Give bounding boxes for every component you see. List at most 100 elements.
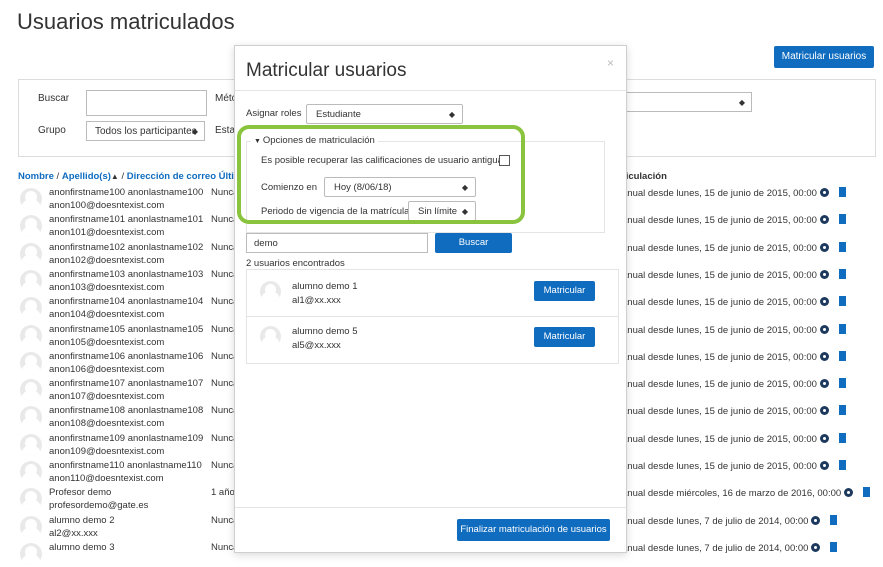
user-name[interactable]: anonfirstname110 anonlastname110: [49, 460, 202, 471]
roles-select-value: Estudiante: [316, 109, 361, 120]
enrolment-method: anual desde lunes, 15 de junio de 2015, …: [622, 324, 846, 336]
sort-email[interactable]: Dirección de correo: [127, 171, 216, 182]
result-name: alumno demo 1: [292, 281, 358, 292]
user-name[interactable]: anonfirstname107 anonlastname107: [49, 378, 203, 389]
user-name[interactable]: anonfirstname108 anonlastname108: [49, 405, 203, 416]
close-icon[interactable]: ×: [607, 56, 614, 70]
search-field[interactable]: [86, 90, 207, 116]
assign-roles-label: Asignar roles: [246, 108, 302, 119]
enrolment-method-text: anual desde lunes, 15 de junio de 2015, …: [622, 325, 817, 336]
group-select[interactable]: Todos los participantes ◆: [86, 121, 205, 141]
sort-surname[interactable]: Apellido(s): [62, 171, 111, 182]
sort-asc-icon: ▲: [110, 172, 119, 181]
enrolment-method-text: anual desde lunes, 15 de junio de 2015, …: [622, 352, 817, 363]
avatar: [20, 379, 42, 401]
gear-icon[interactable]: [819, 188, 829, 197]
enrolment-method: anual desde lunes, 15 de junio de 2015, …: [622, 351, 846, 363]
gear-icon[interactable]: [844, 488, 854, 497]
result-email: al5@xx.xxx: [292, 340, 341, 351]
modal-title: Matricular usuarios: [246, 60, 407, 81]
gear-icon[interactable]: [819, 461, 829, 470]
sort-first-name[interactable]: Nombre: [18, 171, 54, 182]
chevron-down-icon: ◆: [448, 110, 455, 119]
trash-icon[interactable]: [838, 433, 846, 443]
enrol-user-button[interactable]: Matricular: [534, 281, 595, 301]
header-separator: /: [118, 171, 127, 182]
search-button[interactable]: Buscar: [435, 233, 512, 253]
trash-icon[interactable]: [838, 296, 846, 306]
user-name[interactable]: anonfirstname101 anonlastname101: [49, 214, 203, 225]
trash-icon[interactable]: [838, 269, 846, 279]
gear-icon[interactable]: [819, 434, 829, 443]
user-email: anon104@doesntexist.com: [49, 309, 165, 320]
enrolment-method: anual desde lunes, 15 de junio de 2015, …: [622, 269, 846, 281]
enrolment-method: anual desde lunes, 15 de junio de 2015, …: [622, 378, 846, 390]
gear-icon[interactable]: [819, 352, 829, 361]
group-label: Grupo: [38, 125, 66, 136]
enrolment-method: anual desde lunes, 15 de junio de 2015, …: [622, 460, 846, 472]
user-name[interactable]: anonfirstname103 anonlastname103: [49, 269, 203, 280]
gear-icon[interactable]: [819, 325, 829, 334]
enrolment-method-text: anual desde lunes, 15 de junio de 2015, …: [622, 215, 817, 226]
header-separator: /: [53, 171, 62, 182]
gear-icon[interactable]: [819, 379, 829, 388]
user-name[interactable]: alumno demo 3: [49, 542, 114, 553]
user-name[interactable]: anonfirstname109 anonlastname109: [49, 433, 203, 444]
user-search-input[interactable]: demo: [246, 233, 428, 253]
enrolment-method: anual desde lunes, 15 de junio de 2015, …: [622, 405, 846, 417]
trash-icon[interactable]: [838, 351, 846, 361]
gear-icon[interactable]: [819, 297, 829, 306]
gear-icon[interactable]: [811, 516, 821, 525]
trash-icon[interactable]: [838, 242, 846, 252]
search-label: Buscar: [38, 93, 70, 104]
gear-icon[interactable]: [819, 406, 829, 415]
avatar: [20, 461, 42, 483]
trash-icon[interactable]: [838, 460, 846, 470]
page-title: Usuarios matriculados: [17, 9, 235, 34]
trash-icon[interactable]: [838, 324, 846, 334]
trash-icon[interactable]: [830, 515, 838, 525]
roles-select[interactable]: Estudiante ◆: [306, 104, 463, 124]
user-name[interactable]: anonfirstname104 anonlastname104: [49, 296, 203, 307]
gear-icon[interactable]: [819, 243, 829, 252]
avatar: [20, 543, 42, 565]
avatar: [20, 215, 42, 237]
trash-icon[interactable]: [838, 405, 846, 415]
user-name[interactable]: anonfirstname102 anonlastname102: [49, 242, 203, 253]
method-select[interactable]: ◆: [625, 92, 752, 112]
trash-icon[interactable]: [838, 378, 846, 388]
user-email: anon100@doesntexist.com: [49, 200, 165, 211]
result-name: alumno demo 5: [292, 326, 358, 337]
user-email: anon102@doesntexist.com: [49, 255, 165, 266]
user-name[interactable]: Profesor demo: [49, 487, 111, 498]
table-header: Nombre / Apellido(s)▲ / Dirección de cor…: [18, 171, 242, 182]
user-name[interactable]: anonfirstname100 anonlastname100: [49, 187, 203, 198]
enrolment-method-text: anual desde lunes, 7 de julio de 2014, 0…: [622, 516, 809, 527]
enrolment-method-text: anual desde lunes, 15 de junio de 2015, …: [622, 434, 817, 445]
trash-icon[interactable]: [863, 487, 871, 497]
trash-icon[interactable]: [838, 214, 846, 224]
search-results-list: alumno demo 1 al1@xx.xxx Matricular alum…: [246, 269, 619, 364]
gear-icon[interactable]: [819, 270, 829, 279]
user-email: anon101@doesntexist.com: [49, 227, 165, 238]
enrolment-methods-header: riculación: [622, 171, 667, 182]
trash-icon[interactable]: [838, 187, 846, 197]
enrolment-method: anual desde lunes, 15 de junio de 2015, …: [622, 433, 846, 445]
user-email: profesordemo@gate.es: [49, 500, 149, 511]
chevron-down-icon: ◆: [191, 127, 198, 136]
avatar: [20, 488, 42, 510]
user-name[interactable]: anonfirstname105 anonlastname105: [49, 324, 203, 335]
user-email: anon107@doesntexist.com: [49, 391, 165, 402]
user-name[interactable]: alumno demo 2: [49, 515, 114, 526]
user-email: anon106@doesntexist.com: [49, 364, 165, 375]
chevron-down-icon: ◆: [738, 98, 745, 107]
gear-icon[interactable]: [819, 215, 829, 224]
user-email: anon109@doesntexist.com: [49, 446, 165, 457]
user-email: al2@xx.xxx: [49, 528, 98, 539]
finish-enrolment-button[interactable]: Finalizar matriculación de usuarios: [457, 519, 610, 541]
user-name[interactable]: anonfirstname106 anonlastname106: [49, 351, 203, 362]
enrol-user-button[interactable]: Matricular: [534, 327, 595, 347]
enrol-users-button[interactable]: Matricular usuarios: [774, 46, 874, 68]
enrolment-method-text: anual desde lunes, 15 de junio de 2015, …: [622, 461, 817, 472]
status-label: Esta: [215, 125, 236, 136]
